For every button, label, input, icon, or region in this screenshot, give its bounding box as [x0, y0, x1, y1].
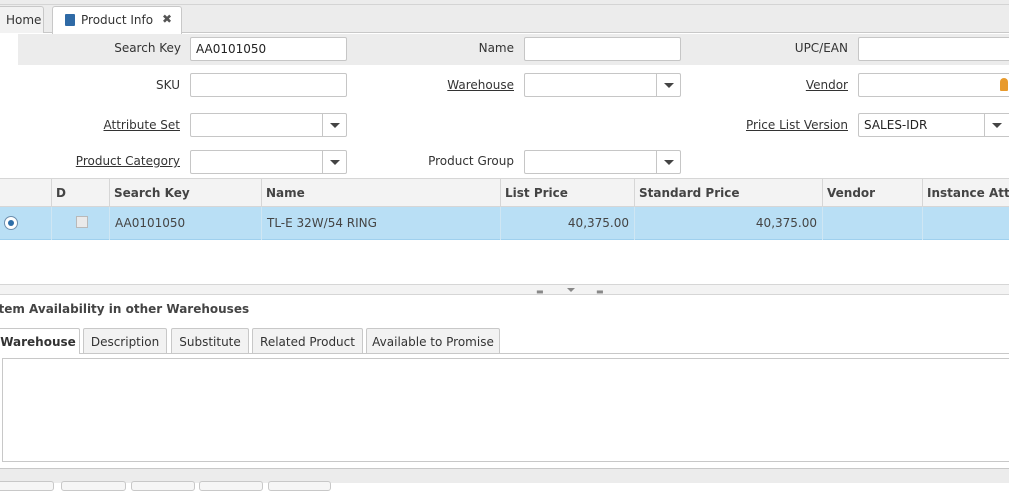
standard-price-cell: 40,375.00 [635, 207, 823, 240]
price-list-version-value: SALES-IDR [864, 118, 928, 132]
table-row[interactable]: AA0101050 TL-E 32W/54 RING 40,375.00 40,… [0, 207, 1009, 240]
column-header-select [0, 179, 52, 207]
search-key-cell: AA0101050 [110, 207, 262, 240]
chevron-down-icon[interactable] [322, 114, 346, 136]
search-key-input[interactable] [190, 37, 347, 61]
column-header-search-key[interactable]: Search Key [110, 179, 262, 207]
attribute-set-label[interactable]: Attribute Set [90, 118, 180, 132]
column-header-instance-attribute[interactable]: Instance Attribute [923, 179, 1009, 207]
upc-input[interactable] [858, 37, 1009, 61]
name-label: Name [478, 41, 514, 55]
subtab-substitute[interactable]: Substitute [171, 328, 249, 353]
tab-product-info[interactable]: Product Info ✖ [52, 6, 182, 34]
chevron-down-icon[interactable] [656, 74, 680, 96]
row-radio-button[interactable] [4, 216, 18, 230]
instance-attribute-cell [923, 207, 1009, 240]
subtab-description[interactable]: Description [83, 328, 167, 353]
splitter-grip-left[interactable]: ▬ [536, 287, 545, 296]
name-input[interactable] [524, 37, 681, 61]
subtab-related-product[interactable]: Related Product [252, 328, 363, 353]
chevron-down-icon[interactable] [322, 151, 346, 173]
product-category-label[interactable]: Product Category [60, 154, 180, 168]
close-icon[interactable]: ✖ [162, 12, 172, 26]
product-group-combobox[interactable] [524, 150, 681, 174]
warehouse-combobox[interactable] [524, 73, 681, 97]
list-price-cell: 40,375.00 [501, 207, 635, 240]
lock-icon[interactable] [1000, 78, 1008, 91]
search-key-label: Search Key [114, 41, 181, 55]
results-grid-header: D Search Key Name List Price Standard Pr… [0, 178, 1009, 207]
vendor-search-field[interactable] [858, 73, 1009, 97]
column-header-list-price[interactable]: List Price [501, 179, 635, 207]
chevron-down-icon[interactable] [656, 151, 680, 173]
subtab-warehouse[interactable]: Warehouse [0, 328, 80, 354]
splitter-grip-right[interactable]: ▬ [596, 287, 605, 296]
name-cell: TL-E 32W/54 RING [262, 207, 501, 240]
product-group-label: Product Group [428, 154, 514, 168]
panel-splitter[interactable]: ▬ ▬ [0, 284, 1009, 296]
column-header-name[interactable]: Name [262, 179, 501, 207]
section-title: Item Availability in other Warehouses [0, 302, 250, 316]
subtab-content-panel [2, 358, 1009, 462]
vendor-cell [823, 207, 923, 240]
upc-label: UPC/EAN [794, 41, 848, 55]
collapse-arrow-icon[interactable] [567, 288, 575, 292]
column-header-discontinued[interactable]: D [52, 179, 110, 207]
chevron-down-icon[interactable] [984, 114, 1008, 136]
discontinued-cell [52, 207, 110, 240]
tab-home[interactable]: Home [0, 6, 44, 33]
row-select-cell[interactable] [0, 207, 52, 240]
tab-product-info-label: Product Info [81, 13, 154, 27]
price-list-version-combobox[interactable]: SALES-IDR [858, 113, 1009, 137]
product-category-combobox[interactable] [190, 150, 347, 174]
subtab-divider [0, 353, 1009, 354]
column-header-vendor[interactable]: Vendor [823, 179, 923, 207]
price-list-version-label[interactable]: Price List Version [730, 118, 848, 132]
vendor-label[interactable]: Vendor [780, 78, 848, 92]
attribute-set-combobox[interactable] [190, 113, 347, 137]
subtab-available-to-promise[interactable]: Available to Promise [366, 328, 500, 353]
warehouse-label[interactable]: Warehouse [430, 78, 514, 92]
discontinued-checkbox [76, 216, 88, 228]
bottom-toolbar [0, 468, 1009, 491]
document-icon [65, 14, 75, 26]
tab-strip-divider [0, 4, 1009, 5]
tab-home-label: Home [6, 13, 42, 27]
sku-input[interactable] [190, 73, 347, 97]
column-header-standard-price[interactable]: Standard Price [635, 179, 823, 207]
sku-label: SKU [156, 78, 180, 92]
